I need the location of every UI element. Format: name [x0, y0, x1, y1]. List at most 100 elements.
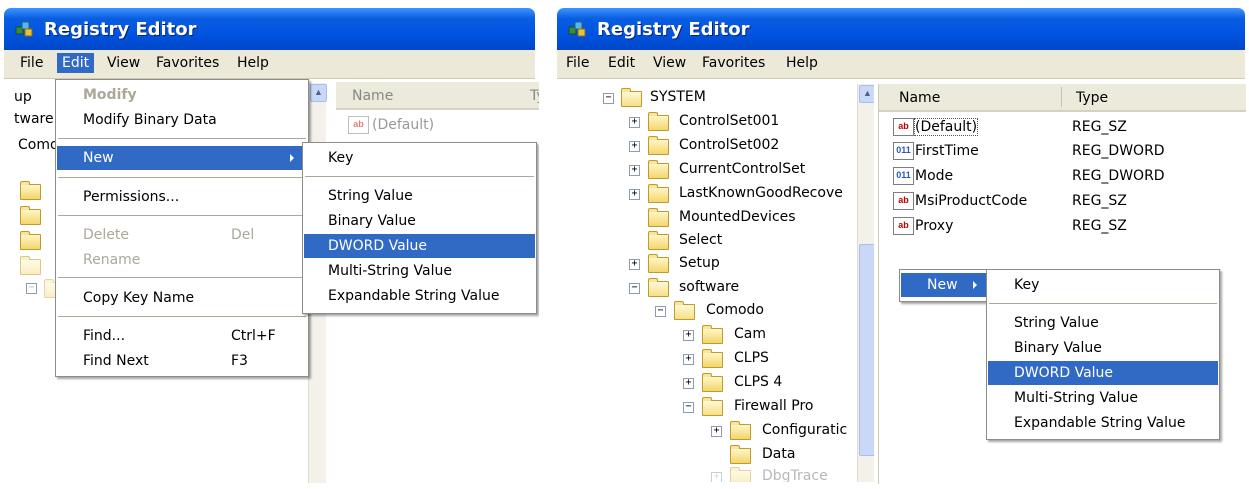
column-divider[interactable]	[1061, 87, 1062, 107]
menu-view[interactable]: View	[653, 55, 686, 71]
tree-item-software[interactable]: software	[679, 279, 739, 295]
menu-edit[interactable]: Edit	[608, 55, 635, 71]
column-name-header[interactable]: Name	[352, 88, 393, 104]
menu-item-find[interactable]: Find... Ctrl+F	[57, 324, 307, 348]
submenu-item-dword-value[interactable]: DWORD Value	[988, 361, 1218, 385]
submenu-item-key[interactable]: Key	[988, 273, 1218, 297]
expand-icon[interactable]: +	[629, 189, 640, 200]
scroll-thumb[interactable]	[859, 244, 874, 456]
menu-separator	[58, 316, 306, 317]
submenu-item-binary-value[interactable]: Binary Value	[988, 336, 1218, 360]
tree-scrollbar[interactable]: ▲	[857, 84, 874, 482]
menu-help[interactable]: Help	[237, 55, 269, 71]
tree-item-firewall-pro[interactable]: Firewall Pro	[734, 398, 813, 414]
tree-item-select[interactable]: Select	[679, 232, 722, 248]
column-type-header[interactable]: Type	[1076, 90, 1108, 106]
value-type: REG_SZ	[1072, 119, 1127, 135]
tree-item-fragment[interactable]: up	[14, 89, 32, 105]
tree-item-setup[interactable]: Setup	[679, 255, 720, 271]
menu-item-label: Expandable String Value	[328, 288, 500, 304]
new-submenu: Key String Value Binary Value DWORD Valu…	[986, 269, 1220, 440]
submenu-item-dword-value[interactable]: DWORD Value	[304, 234, 535, 258]
tree-item-mounteddevices[interactable]: MountedDevices	[679, 209, 796, 225]
submenu-item-binary-value[interactable]: Binary Value	[304, 209, 535, 233]
collapse-icon[interactable]: −	[629, 283, 640, 294]
menu-item-label: Rename	[83, 252, 141, 268]
scroll-up-icon[interactable]: ▲	[859, 85, 874, 103]
tree-item-comodo[interactable]: Comodo	[706, 302, 764, 318]
expand-icon[interactable]: +	[711, 472, 722, 482]
menu-favorites[interactable]: Favorites	[702, 55, 765, 71]
expand-icon[interactable]: +	[683, 330, 694, 341]
menu-separator	[989, 303, 1217, 304]
tree-item-data[interactable]: Data	[762, 446, 795, 462]
tree-item-clps4[interactable]: CLPS 4	[734, 374, 782, 390]
menu-item-permissions[interactable]: Permissions...	[57, 185, 307, 209]
value-name[interactable]: (Default)	[913, 118, 979, 136]
menu-file[interactable]: File	[20, 55, 43, 71]
value-name[interactable]: MsiProductCode	[915, 193, 1027, 209]
collapse-icon[interactable]: −	[683, 402, 694, 413]
folder-icon	[730, 445, 751, 464]
menu-help[interactable]: Help	[786, 55, 818, 71]
submenu-item-string-value[interactable]: String Value	[988, 311, 1218, 335]
tree-item-lastknowngood[interactable]: LastKnownGoodRecove	[679, 185, 843, 201]
expand-icon[interactable]: +	[629, 259, 640, 270]
tree-item-configuration[interactable]: Configuratic	[762, 422, 847, 438]
scroll-up-icon[interactable]: ▲	[310, 84, 327, 102]
value-name[interactable]: Proxy	[915, 218, 953, 234]
title-bar[interactable]: Registry Editor	[4, 8, 535, 50]
value-name[interactable]: FirstTime	[915, 143, 979, 159]
tree-item-fragment[interactable]: Como	[18, 137, 59, 153]
tree-item-fragment[interactable]: tware	[14, 111, 54, 127]
expand-icon[interactable]: +	[711, 426, 722, 437]
folder-icon	[702, 325, 723, 344]
expand-icon[interactable]: +	[629, 165, 640, 176]
expand-icon[interactable]: +	[683, 354, 694, 365]
title-bar[interactable]: Registry Editor	[557, 8, 1245, 50]
tree-item-clps[interactable]: CLPS	[734, 350, 769, 366]
menu-item-modify[interactable]: Modify	[57, 83, 307, 107]
tree-item-controlset002[interactable]: ControlSet002	[679, 137, 779, 153]
collapse-icon[interactable]: −	[603, 93, 614, 104]
submenu-item-expandable-string-value[interactable]: Expandable String Value	[304, 284, 535, 308]
value-name[interactable]: (Default)	[372, 117, 434, 133]
submenu-item-expandable-string-value[interactable]: Expandable String Value	[988, 411, 1218, 435]
menu-bar: File Edit View Favorites Help	[557, 50, 1245, 79]
menu-item-copy-key-name[interactable]: Copy Key Name	[57, 286, 307, 310]
menu-bar: File Edit View Favorites Help	[4, 50, 535, 79]
menu-item-find-next[interactable]: Find Next F3	[57, 349, 307, 373]
tree-item-cam[interactable]: Cam	[734, 326, 766, 342]
folder-icon	[648, 254, 669, 273]
menu-item-delete[interactable]: Delete Del	[57, 223, 307, 247]
collapse-icon[interactable]: −	[26, 283, 37, 294]
submenu-item-string-value[interactable]: String Value	[304, 184, 535, 208]
menu-item-new[interactable]: New	[57, 146, 307, 170]
expand-icon[interactable]: +	[629, 117, 640, 128]
submenu-arrow-icon	[973, 281, 977, 289]
menu-favorites[interactable]: Favorites	[156, 55, 219, 71]
column-name-header[interactable]: Name	[899, 90, 940, 106]
open-folder-icon	[621, 88, 642, 107]
tree-item-system[interactable]: SYSTEM	[650, 89, 706, 105]
value-name[interactable]: Mode	[915, 168, 953, 184]
collapse-icon[interactable]: −	[655, 306, 666, 317]
menu-file[interactable]: File	[566, 55, 589, 71]
menu-item-modify-binary[interactable]: Modify Binary Data	[57, 108, 307, 132]
menu-item-shortcut: Ctrl+F	[231, 328, 276, 344]
submenu-item-multi-string-value[interactable]: Multi-String Value	[304, 259, 535, 283]
submenu-item-multi-string-value[interactable]: Multi-String Value	[988, 386, 1218, 410]
tree-item-dbgtrace[interactable]: DbgTrace	[762, 468, 828, 482]
expand-icon[interactable]: +	[629, 141, 640, 152]
menu-view[interactable]: View	[107, 55, 140, 71]
expand-icon[interactable]: +	[683, 378, 694, 389]
folder-icon	[20, 181, 41, 200]
submenu-item-key[interactable]: Key	[304, 146, 535, 170]
menu-item-rename[interactable]: Rename	[57, 248, 307, 272]
menu-edit[interactable]: Edit	[57, 53, 95, 73]
context-item-new[interactable]: New	[901, 273, 987, 297]
menu-separator	[58, 215, 306, 216]
tree-item-controlset001[interactable]: ControlSet001	[679, 113, 779, 129]
column-type-header[interactable]: Ty	[530, 88, 539, 104]
tree-item-currentcontrolset[interactable]: CurrentControlSet	[679, 161, 805, 177]
